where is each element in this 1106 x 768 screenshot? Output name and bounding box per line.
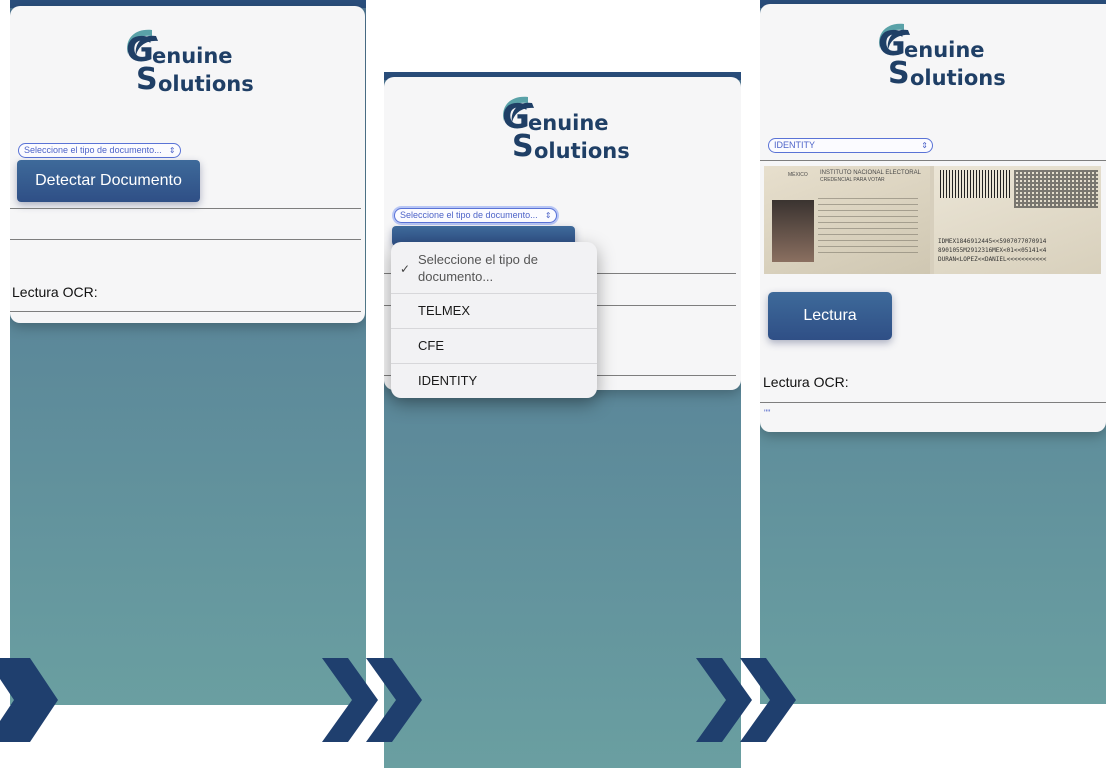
checkmark-icon: ✓ [400, 262, 411, 276]
divider-1 [760, 160, 1106, 161]
logo-letter-s: S [888, 56, 910, 91]
detect-document-label: Detectar Documento [35, 172, 182, 189]
dropdown-option-label: CFE [418, 338, 444, 353]
card-text-block [818, 198, 918, 258]
logo-word-2: olutions [534, 139, 630, 163]
chevron-right-icon [0, 658, 58, 742]
dropdown-option-telmex[interactable]: TELMEX [391, 293, 597, 327]
ocr-label: Lectura OCR: [12, 284, 98, 300]
dropdown-option-label: Seleccione el tipo de documento... [418, 252, 538, 284]
ocr-result: "" [764, 408, 771, 418]
lectura-label: Lectura [803, 307, 857, 324]
chevron-right-icon [322, 658, 422, 742]
dropdown-option-cfe[interactable]: CFE [391, 328, 597, 362]
dropdown-option-placeholder[interactable]: ✓ Seleccione el tipo de documento... [391, 242, 597, 292]
logo-letter-s: S [136, 62, 158, 97]
select-value: Seleccione el tipo de documento... [24, 145, 162, 155]
select-value: Seleccione el tipo de documento... [400, 210, 538, 220]
document-type-dropdown: ✓ Seleccione el tipo de documento... TEL… [391, 242, 597, 398]
ocr-label: Lectura OCR: [763, 374, 849, 390]
select-arrow-icon: ⇕ [921, 141, 928, 150]
document-type-select[interactable]: Seleccione el tipo de documento... ⇕ [394, 208, 557, 223]
logo-word-1: enuine [528, 111, 609, 135]
id-card-back: IDMEX1846912445<<5907077070914 8901055M2… [934, 166, 1101, 274]
card-subtitle: CREDENCIAL PARA VOTAR [820, 177, 885, 183]
lectura-button[interactable]: Lectura [768, 292, 892, 340]
select-value: IDENTITY [774, 140, 816, 150]
dropdown-option-identity[interactable]: IDENTITY [391, 363, 597, 398]
card-photo [772, 200, 814, 262]
chevron-right-icon [696, 658, 796, 742]
logo: G enuine S olutions [498, 93, 638, 173]
divider-1 [10, 208, 361, 209]
divider-2 [10, 239, 361, 240]
divider-2 [760, 402, 1106, 403]
card-mrz-3: DURAN<LOPEZ<<DANIEL<<<<<<<<<<< [938, 256, 1047, 263]
main-card: G enuine S olutions Seleccione el tipo d… [10, 6, 365, 323]
dropdown-option-label: IDENTITY [418, 373, 478, 388]
document-type-select[interactable]: Seleccione el tipo de documento... ⇕ [18, 143, 181, 158]
card-mrz-2: 8901055M2912316MEX<01<<05141<4 [938, 247, 1047, 254]
id-card-image: MÉXICO INSTITUTO NACIONAL ELECTORAL CRED… [764, 166, 1101, 274]
logo: G enuine S olutions [874, 20, 1014, 100]
main-card: G enuine S olutions IDENTITY ⇕ MÉXICO IN… [760, 4, 1106, 432]
card-mrz-1: IDMEX1846912445<<5907077070914 [938, 238, 1047, 245]
card-institute: INSTITUTO NACIONAL ELECTORAL [820, 170, 921, 176]
logo-word-1: enuine [904, 38, 985, 62]
document-type-select[interactable]: IDENTITY ⇕ [768, 138, 933, 153]
screen-3: G enuine S olutions IDENTITY ⇕ MÉXICO IN… [760, 0, 1106, 704]
screen-1: G enuine S olutions Seleccione el tipo d… [10, 0, 366, 705]
screen-2: G enuine S olutions Seleccione el tipo d… [384, 72, 741, 768]
card-qr [1014, 170, 1098, 208]
id-card-front: MÉXICO INSTITUTO NACIONAL ELECTORAL CRED… [764, 166, 930, 274]
select-arrow-icon: ⇕ [544, 211, 552, 220]
logo-word-2: olutions [910, 66, 1006, 90]
logo-letter-s: S [512, 129, 534, 164]
dropdown-option-label: TELMEX [418, 303, 471, 318]
logo-word-1: enuine [152, 44, 233, 68]
card-country: MÉXICO [788, 172, 808, 178]
divider-3 [10, 311, 361, 312]
logo: G enuine S olutions [122, 26, 262, 106]
logo-word-2: olutions [158, 72, 254, 96]
detect-document-button[interactable]: Detectar Documento [17, 160, 200, 202]
select-arrow-icon: ⇕ [168, 146, 176, 155]
card-barcode [940, 170, 1010, 198]
